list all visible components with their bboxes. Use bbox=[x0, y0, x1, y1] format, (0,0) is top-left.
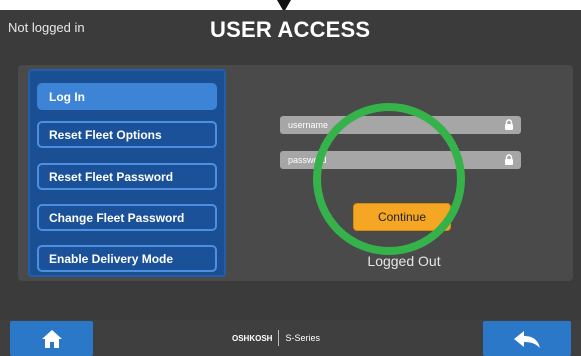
page-title: USER ACCESS bbox=[210, 17, 371, 42]
highlight-circle bbox=[313, 103, 465, 255]
brand-series: S-Series bbox=[285, 333, 320, 343]
back-arrow-icon bbox=[514, 330, 540, 348]
menu-item-enable-delivery-mode[interactable]: Enable Delivery Mode bbox=[37, 245, 217, 272]
menu-item-reset-fleet-options[interactable]: Reset Fleet Options bbox=[37, 121, 217, 148]
brand-logo: OSHKOSH S-Series bbox=[232, 327, 362, 349]
access-menu: Log In Reset Fleet Options Reset Fleet P… bbox=[28, 69, 226, 277]
back-button[interactable] bbox=[483, 321, 571, 356]
brand-separator bbox=[278, 330, 280, 346]
lock-icon bbox=[505, 119, 513, 130]
username-placeholder: username bbox=[288, 120, 329, 130]
app-frame: Not logged in USER ACCESS Log In Reset F… bbox=[0, 0, 581, 356]
brand-name: OSHKOSH bbox=[232, 333, 273, 343]
menu-item-log-in[interactable]: Log In bbox=[37, 83, 217, 110]
logged-status-message: Logged Out bbox=[367, 253, 441, 269]
screen: Not logged in USER ACCESS Log In Reset F… bbox=[0, 10, 581, 356]
menu-item-change-fleet-password[interactable]: Change Fleet Password bbox=[37, 204, 217, 231]
lock-icon bbox=[505, 154, 513, 165]
content-panel: Log In Reset Fleet Options Reset Fleet P… bbox=[18, 65, 573, 281]
home-icon bbox=[41, 329, 62, 348]
menu-item-reset-fleet-password[interactable]: Reset Fleet Password bbox=[37, 163, 217, 190]
login-status: Not logged in bbox=[8, 20, 85, 35]
home-button[interactable] bbox=[10, 321, 93, 356]
